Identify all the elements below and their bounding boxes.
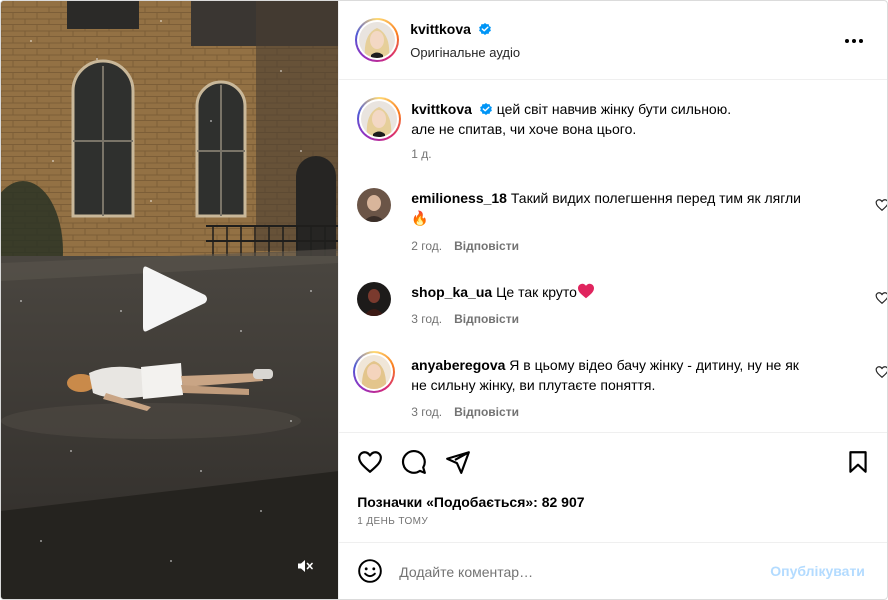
post-comment-button[interactable]: Опублікувати bbox=[770, 563, 865, 579]
comment-text-line2: не сильну жінку, ви плутаєте поняття. bbox=[411, 377, 656, 393]
avatar-photo bbox=[357, 355, 392, 389]
reply-button[interactable]: Відповісти bbox=[454, 239, 519, 253]
bookmark-icon[interactable] bbox=[845, 449, 871, 475]
add-comment-bar: Опублікувати bbox=[339, 542, 887, 599]
author-avatar[interactable] bbox=[355, 18, 400, 62]
post-details-panel: kvittkova Оригінальне аудіо kvittkova це… bbox=[338, 1, 888, 599]
comment-like-heart-icon[interactable] bbox=[875, 365, 888, 379]
comment-like-heart-icon[interactable] bbox=[875, 198, 888, 212]
send-icon[interactable] bbox=[445, 449, 471, 475]
red-heart-emoji-icon bbox=[577, 283, 594, 299]
reply-button[interactable]: Відповісти bbox=[454, 312, 519, 326]
comment-username[interactable]: shop_ka_ua bbox=[411, 284, 492, 300]
caption-text-line1: цей світ навчив жінку бути сильною. bbox=[496, 101, 732, 117]
avatar-photo bbox=[357, 188, 392, 222]
comment-avatar[interactable] bbox=[357, 188, 392, 222]
heart-icon[interactable] bbox=[357, 449, 383, 475]
post-actions: Позначки «Подобається»: 82 907 1 ДЕНЬ ТО… bbox=[339, 432, 887, 542]
post-date[interactable]: 1 ДЕНЬ ТОМУ bbox=[357, 516, 428, 527]
caption-username[interactable]: kvittkova bbox=[411, 101, 472, 117]
author-username[interactable]: kvittkova bbox=[410, 21, 471, 37]
comments-list[interactable]: kvittkova цей світ навчив жінку бути сил… bbox=[339, 80, 888, 432]
comment-time: 3 год. bbox=[411, 405, 443, 419]
verified-badge-icon bbox=[479, 103, 492, 115]
speaker-muted-icon bbox=[298, 560, 313, 572]
video-player[interactable] bbox=[1, 1, 339, 599]
post-dialog: kvittkova Оригінальне аудіо kvittkova це… bbox=[0, 0, 888, 600]
comment-time: 2 год. bbox=[411, 239, 443, 253]
comment-avatar[interactable] bbox=[353, 351, 396, 393]
caption-avatar[interactable] bbox=[357, 97, 402, 141]
avatar-photo bbox=[357, 282, 392, 316]
original-audio-link[interactable]: Оригінальне аудіо bbox=[410, 45, 520, 60]
comment-icon[interactable] bbox=[401, 449, 427, 475]
more-horizontal-icon bbox=[845, 39, 850, 43]
likes-count[interactable]: Позначки «Подобається»: 82 907 bbox=[357, 494, 584, 510]
comment-avatar[interactable] bbox=[357, 282, 392, 316]
post-header: kvittkova Оригінальне аудіо bbox=[339, 1, 887, 80]
avatar-photo bbox=[359, 22, 396, 58]
comment-time: 3 год. bbox=[411, 312, 443, 326]
caption-time: 1 д. bbox=[411, 147, 432, 161]
comment-username[interactable]: emilioness_18 bbox=[411, 190, 507, 206]
comment-text-line1: Це так круто bbox=[496, 284, 577, 300]
reply-button[interactable]: Відповісти bbox=[454, 405, 519, 419]
fire-emoji: 🔥 bbox=[411, 210, 429, 226]
comment-like-heart-icon[interactable] bbox=[875, 291, 888, 305]
verified-badge-icon bbox=[478, 23, 491, 35]
comment-text-line1: Такий видих полегшення перед тим як лягл… bbox=[510, 190, 802, 206]
avatar-photo bbox=[361, 101, 398, 137]
mute-toggle-button[interactable] bbox=[288, 549, 322, 583]
play-icon bbox=[143, 266, 207, 332]
comment-text-line1: Я в цьому відео бачу жінку - дитину, ну … bbox=[509, 357, 799, 373]
comment-input[interactable] bbox=[399, 561, 760, 583]
play-button[interactable] bbox=[137, 261, 213, 337]
emoji-icon[interactable] bbox=[357, 558, 383, 584]
comment-username[interactable]: anyaberegova bbox=[411, 357, 505, 373]
caption-text-line2: але не спитав, чи хоче вона цього. bbox=[411, 121, 637, 137]
more-options-button[interactable] bbox=[842, 31, 866, 51]
